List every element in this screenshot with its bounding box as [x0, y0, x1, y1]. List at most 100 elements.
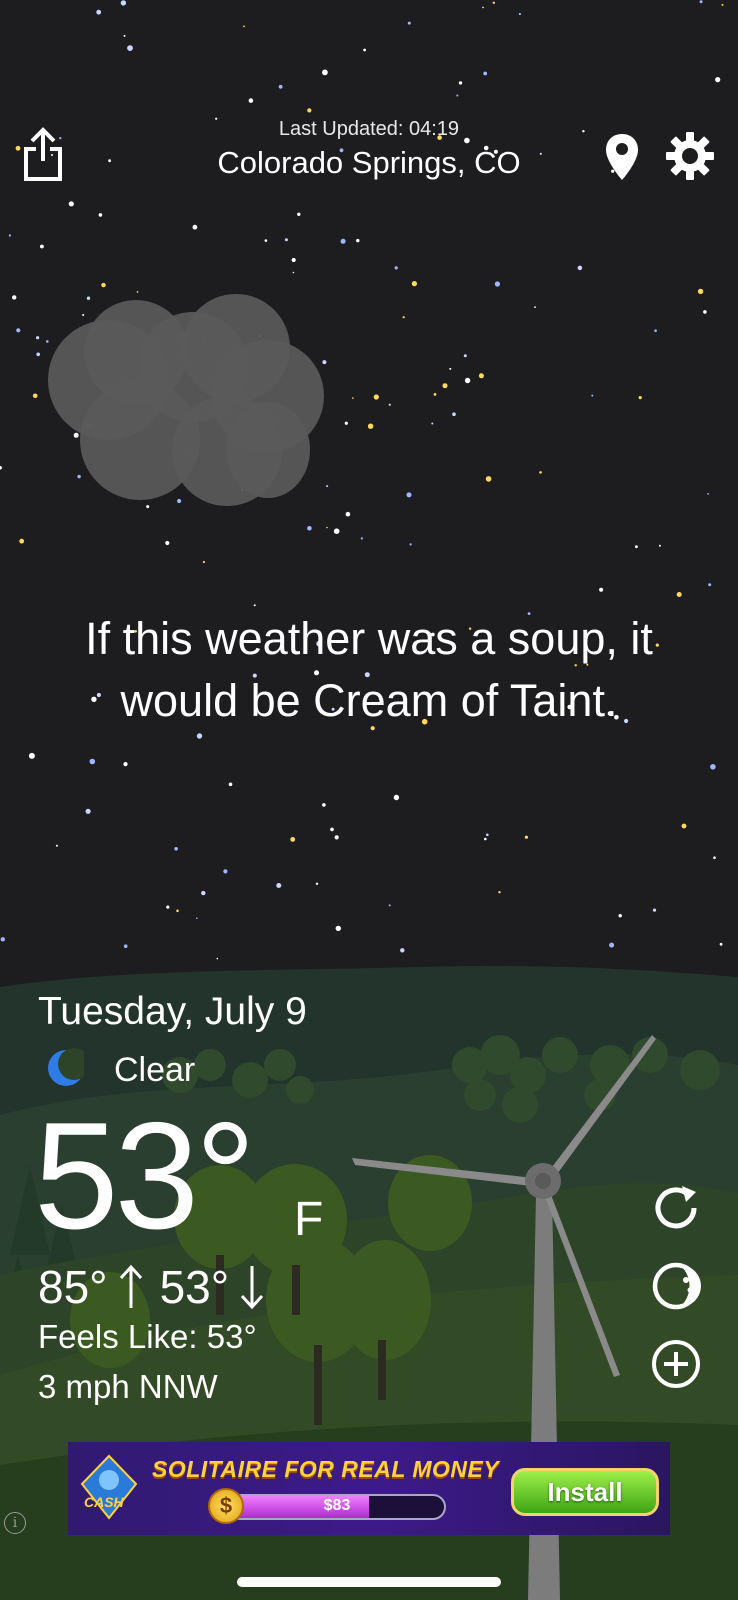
- star: [77, 474, 81, 479]
- star: [36, 352, 40, 357]
- current-date: Tuesday, July 9: [38, 990, 307, 1033]
- star: [322, 360, 327, 365]
- star: [174, 847, 178, 851]
- star: [292, 271, 295, 274]
- high-temp: 85°: [38, 1261, 108, 1313]
- star: [402, 316, 405, 319]
- star: [449, 367, 452, 370]
- info-icon[interactable]: i: [4, 1512, 26, 1534]
- star: [676, 592, 682, 597]
- star: [409, 543, 412, 546]
- star: [478, 373, 484, 379]
- star: [196, 917, 198, 919]
- star: [492, 1, 495, 4]
- star: [524, 835, 529, 839]
- star: [464, 377, 471, 384]
- ad-balance-text: $83: [323, 1497, 351, 1514]
- star: [165, 540, 170, 546]
- star: [400, 948, 405, 953]
- star: [534, 306, 536, 308]
- refresh-icon[interactable]: [648, 1180, 704, 1236]
- moon-icon: [44, 1048, 90, 1093]
- star: [494, 281, 500, 287]
- star: [703, 310, 707, 314]
- star: [456, 94, 459, 97]
- star: [127, 45, 133, 51]
- star: [654, 329, 657, 333]
- star: [101, 282, 106, 288]
- star: [284, 238, 288, 242]
- star: [96, 9, 102, 15]
- star: [582, 130, 585, 133]
- star: [463, 354, 467, 358]
- star: [482, 6, 484, 9]
- star: [123, 34, 126, 37]
- star: [315, 882, 319, 885]
- star: [291, 257, 296, 263]
- low-temp: 53°: [159, 1261, 230, 1313]
- share-icon[interactable]: [20, 126, 66, 184]
- star: [719, 942, 723, 946]
- location-pin-icon[interactable]: [601, 130, 643, 184]
- moon-phase-icon[interactable]: [648, 1258, 704, 1314]
- star: [458, 81, 463, 85]
- star: [591, 394, 594, 397]
- star: [483, 71, 488, 76]
- star: [123, 944, 128, 948]
- ad-install-button[interactable]: Install: [511, 1468, 659, 1516]
- current-temperature: 53°: [34, 1091, 256, 1261]
- header-info: Last Updated: 04:19 Colorado Springs, CO: [160, 118, 578, 181]
- star: [68, 201, 74, 207]
- star: [484, 837, 487, 841]
- star: [452, 412, 456, 417]
- ad-banner[interactable]: CASH SOLITAIRE FOR REAL MONEY $83 $ Inst…: [68, 1442, 670, 1535]
- star: [86, 296, 91, 300]
- star: [248, 98, 254, 103]
- location-name[interactable]: Colorado Springs, CO: [160, 145, 578, 181]
- star: [411, 281, 417, 287]
- star: [55, 844, 58, 847]
- star: [367, 423, 374, 429]
- star: [196, 733, 203, 739]
- star: [388, 904, 391, 907]
- ad-title: SOLITAIRE FOR REAL MONEY: [152, 1456, 500, 1482]
- star: [713, 856, 716, 859]
- star: [335, 925, 341, 932]
- star: [166, 905, 170, 909]
- condition-row: Clear: [44, 1048, 195, 1093]
- last-updated-text: Last Updated: 04:19: [278, 118, 460, 140]
- star: [82, 314, 85, 316]
- star: [12, 295, 17, 300]
- star: [46, 340, 49, 343]
- star: [330, 827, 334, 832]
- star: [334, 835, 339, 840]
- star: [360, 537, 363, 540]
- star: [340, 238, 346, 244]
- temperature-unit[interactable]: F: [294, 1192, 323, 1247]
- star: [658, 544, 661, 547]
- star: [393, 794, 400, 801]
- wind-info: 3 mph NNW: [38, 1368, 218, 1405]
- star: [307, 108, 312, 113]
- star: [0, 465, 2, 470]
- star: [307, 526, 312, 531]
- star: [433, 393, 437, 396]
- weather-quote: If this weather was a soup, it would be …: [85, 613, 653, 726]
- star: [85, 808, 91, 814]
- arrow-up-icon: [118, 1264, 144, 1310]
- gear-icon[interactable]: [664, 130, 716, 182]
- home-indicator[interactable]: [237, 1577, 501, 1587]
- star: [136, 291, 139, 293]
- star: [635, 545, 638, 549]
- ad-balance-bar: $83: [228, 1494, 446, 1520]
- star: [539, 471, 542, 474]
- star: [407, 21, 411, 25]
- star: [609, 942, 615, 948]
- add-circle-icon[interactable]: [648, 1336, 704, 1392]
- star: [16, 328, 21, 333]
- star: [32, 393, 38, 399]
- star: [253, 604, 256, 607]
- ad-logo: CASH: [78, 1454, 140, 1522]
- star: [485, 476, 492, 482]
- star: [89, 758, 96, 765]
